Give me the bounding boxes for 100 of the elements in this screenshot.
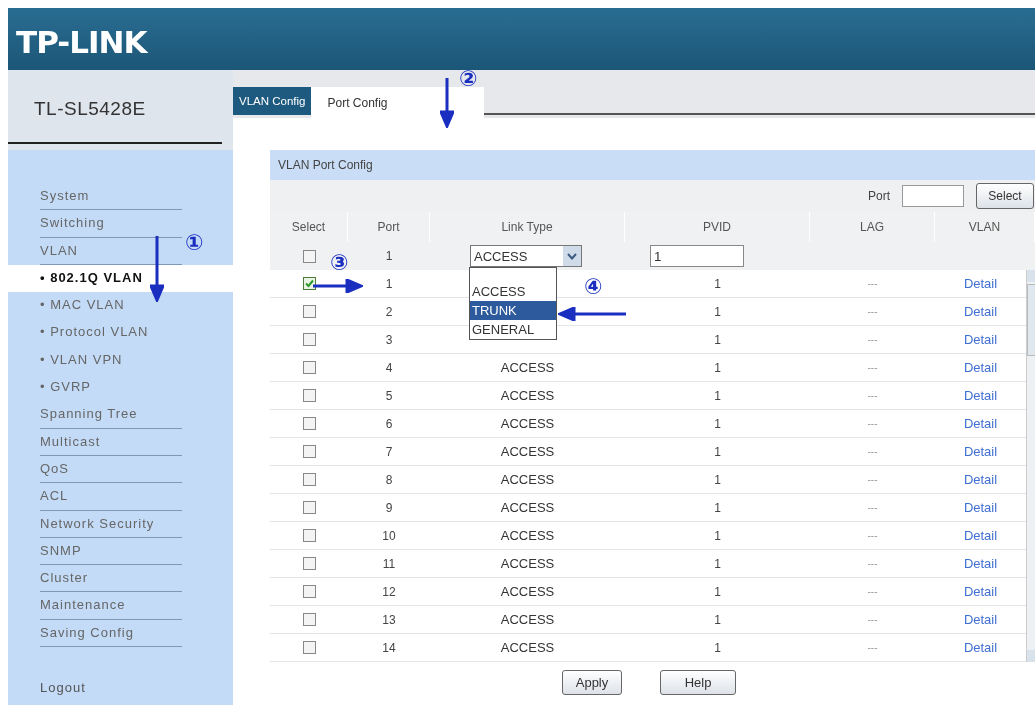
table-cell-text: ACCESS (499, 612, 556, 627)
table-cell-text: --- (866, 306, 879, 317)
checkbox[interactable] (302, 361, 316, 374)
submenu-item[interactable]: • 802.1Q VLAN (8, 264, 233, 293)
detail-link[interactable]: Detail (935, 444, 1026, 459)
detail-link[interactable]: Detail (935, 584, 1026, 599)
submenu-item[interactable]: • Protocol VLAN (8, 319, 182, 347)
table-cell-text: 13 (381, 612, 397, 627)
brand-logo: TP-LINK (16, 24, 147, 60)
checkbox[interactable] (302, 501, 316, 514)
checkbox[interactable] (302, 333, 316, 346)
table-cell-text: 1 (713, 304, 722, 319)
table-cell-text: ACCESS (499, 528, 556, 543)
table-cell-text: 7 (384, 444, 394, 459)
menu-item[interactable]: SNMP (8, 537, 182, 566)
table-cell-text: 5 (384, 388, 394, 403)
checkbox[interactable] (302, 585, 316, 598)
menu-item[interactable]: Cluster (8, 565, 182, 593)
pvid-field[interactable]: 1 (650, 245, 744, 267)
table-cell-text: --- (866, 418, 879, 429)
submenu-item[interactable]: • GVRP (8, 374, 182, 402)
detail-link[interactable]: Detail (935, 612, 1026, 627)
table-cell-text: 3 (384, 332, 394, 347)
detail-link[interactable]: Detail (935, 528, 1026, 543)
checkbox[interactable] (302, 445, 316, 458)
tab[interactable]: VLAN Config (233, 87, 312, 115)
table-cell-text: 1 (384, 276, 394, 291)
table-cell-text: 1 (713, 444, 722, 459)
detail-link[interactable]: Detail (935, 500, 1026, 515)
detail-link[interactable]: Detail (935, 556, 1026, 571)
table-cell-text: 1 (713, 612, 722, 627)
detail-link[interactable]: Detail (935, 388, 1026, 403)
menu-item[interactable]: ACL (8, 483, 182, 511)
detail-link[interactable]: Detail (935, 472, 1026, 487)
table-cell-text: ACCESS (499, 416, 556, 431)
dropdown-option[interactable]: GENERAL (470, 320, 556, 339)
select-button[interactable]: Select (976, 183, 1034, 209)
port-number: 1 (384, 249, 394, 263)
checkbox[interactable] (302, 249, 316, 263)
table-cell-text: 1 (713, 528, 722, 543)
panel-title: VLAN Port Config (270, 150, 1035, 180)
table-cell-text: 1 (713, 556, 722, 571)
arrow-icon (440, 78, 454, 128)
table-cell-text: ACCESS (499, 444, 556, 459)
checkbox[interactable] (302, 613, 316, 626)
table-cell-text: 1 (713, 640, 722, 655)
action-button[interactable]: Help (660, 670, 736, 695)
field-label: Port (868, 189, 890, 203)
menu-item[interactable]: System (8, 183, 182, 211)
detail-link[interactable]: Detail (935, 304, 1026, 319)
table-cell-text: 1 (713, 360, 722, 375)
table-cell-text: 1 (713, 276, 722, 291)
table-cell-text: --- (866, 278, 879, 289)
submenu-item[interactable]: • VLAN VPN (8, 346, 182, 375)
menu-item[interactable]: Spanning Tree (8, 401, 182, 429)
table-cell-text: 6 (384, 416, 394, 431)
dropdown-option[interactable]: ACCESS (470, 282, 556, 301)
table-cell-text: --- (866, 474, 879, 485)
submenu-item[interactable]: • MAC VLAN (8, 292, 182, 320)
table-cell-text: 9 (384, 500, 394, 515)
menu-item[interactable]: Network Security (8, 510, 182, 538)
table-cell-text: --- (866, 530, 879, 541)
menu-item[interactable]: QoS (8, 455, 182, 484)
menu-item[interactable]: Saving Config (8, 619, 182, 648)
step-number: ④ (584, 276, 603, 298)
checkbox[interactable] (302, 641, 316, 654)
logout-link[interactable]: Logout (40, 680, 86, 696)
step-number: ① (185, 232, 204, 254)
dropdown-option[interactable]: TRUNK (470, 301, 556, 320)
checkbox[interactable] (302, 277, 316, 290)
checkbox[interactable] (302, 389, 316, 402)
checkbox[interactable] (302, 529, 316, 542)
table-cell-text: 1 (713, 472, 722, 487)
port-field[interactable] (902, 185, 964, 207)
menu-item[interactable]: Switching (8, 210, 182, 238)
detail-link[interactable]: Detail (935, 640, 1026, 655)
detail-link[interactable]: Detail (935, 276, 1026, 291)
table-cell-text: 2 (384, 304, 394, 319)
arrow-icon (313, 279, 363, 293)
checkbox[interactable] (302, 305, 316, 318)
detail-link[interactable]: Detail (935, 360, 1026, 375)
checkbox[interactable] (302, 417, 316, 430)
device-model: TL-SL5428E (34, 98, 146, 120)
table-cell-text: --- (866, 502, 879, 513)
table-cell-text: ACCESS (499, 584, 556, 599)
detail-link[interactable]: Detail (935, 332, 1026, 347)
table-cell-text: 1 (713, 416, 722, 431)
checkbox[interactable] (302, 557, 316, 570)
detail-link[interactable]: Detail (935, 416, 1026, 431)
menu-item[interactable]: Maintenance (8, 592, 182, 620)
scrollbar[interactable] (1026, 270, 1035, 662)
table-cell-text: 1 (713, 500, 722, 515)
table-cell-text: --- (866, 586, 879, 597)
menu-item[interactable]: Multicast (8, 428, 182, 456)
tab[interactable]: Port Config (311, 87, 485, 118)
table-cell-text: ACCESS (499, 388, 556, 403)
checkbox[interactable] (302, 473, 316, 486)
action-button[interactable]: Apply (562, 670, 622, 695)
arrow-icon (150, 236, 164, 302)
table-cell-text: 8 (384, 472, 394, 487)
